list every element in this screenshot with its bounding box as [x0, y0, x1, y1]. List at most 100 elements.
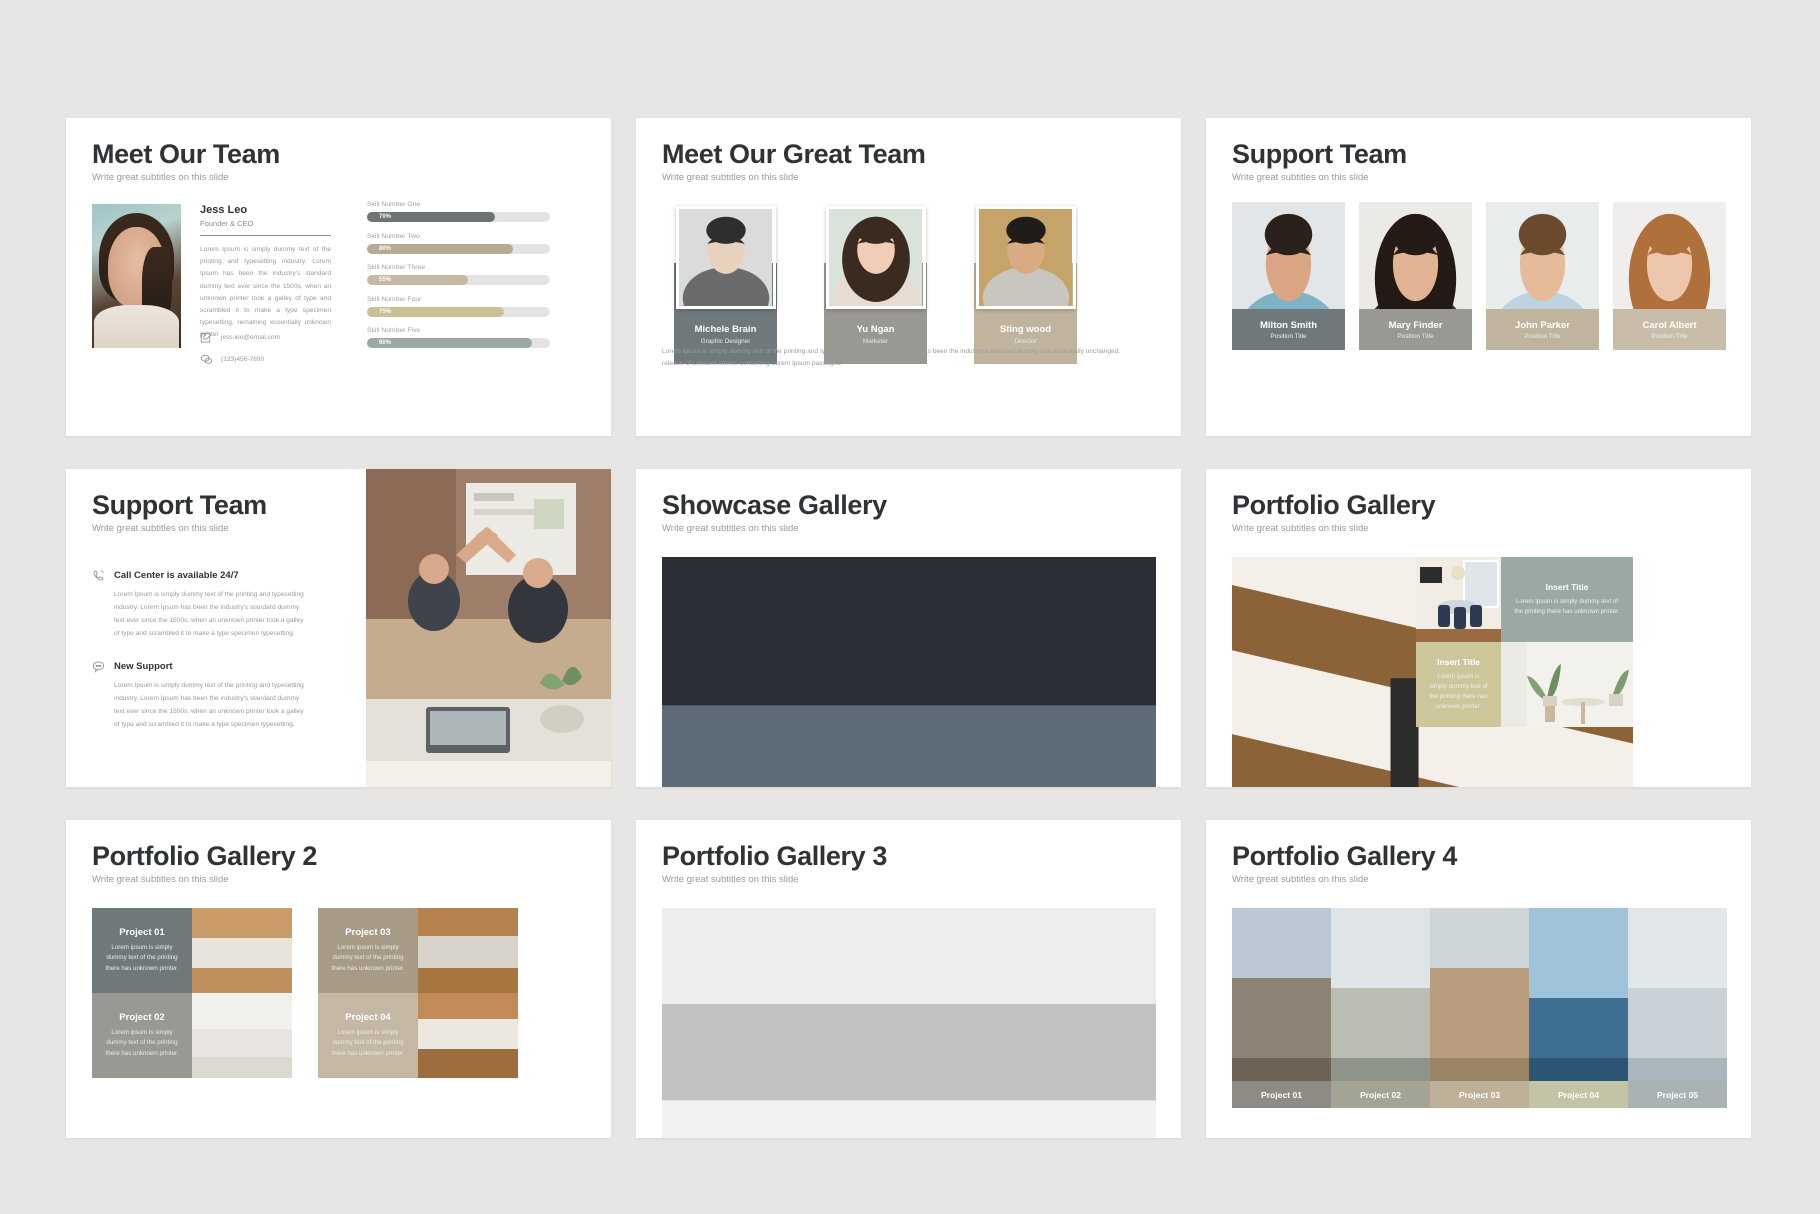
slide-support-team-detail[interactable]: Support Team Write great subtitles on th… [66, 469, 611, 787]
contact-phone-row[interactable]: (123)456-7890 [200, 353, 280, 366]
photo-illustration [192, 993, 292, 1078]
team-member-card[interactable]: Michele Brain Graphic Designer [674, 206, 777, 364]
support-member-card[interactable]: John Parker Position Title [1486, 202, 1599, 350]
person-name: Jess Leo [200, 204, 248, 216]
page-subtitle: Write great subtitles on this slide [1232, 874, 1369, 886]
page-subtitle: Write great subtitles on this slide [92, 172, 229, 184]
slide-meet-our-team[interactable]: Meet Our Team Write great subtitles on t… [66, 118, 611, 436]
project-title: Project 03 [1458, 1089, 1501, 1100]
project-text: Project 02 Lorem ipsum is simply dummy t… [92, 993, 192, 1078]
support-block-text: Lorem Ipsum is simply dummy text of the … [114, 682, 304, 728]
photo-illustration [1416, 557, 1501, 642]
contact-phone: (123)456-7890 [221, 356, 265, 363]
project-title: Project 01 [119, 926, 165, 938]
page-title: Portfolio Gallery 3 [662, 841, 887, 871]
skill-progress-track: 90% [367, 338, 550, 348]
project-text: Project 01 Lorem ipsum is simply dummy t… [92, 908, 192, 993]
project-row[interactable]: Project 04 Lorem ipsum is simply dummy t… [318, 993, 518, 1078]
skills-list: Skill Number One 70% Skill Number Two 80… [367, 201, 550, 359]
slide-meet-our-great-team[interactable]: Meet Our Great Team Write great subtitle… [636, 118, 1181, 436]
member-photo [675, 206, 776, 309]
divider [200, 235, 331, 236]
page-title: Meet Our Great Team [662, 139, 926, 169]
office-meeting-photo [366, 469, 611, 787]
member-name: Milton Smith [1260, 319, 1317, 331]
photo-illustration [1232, 557, 1633, 787]
overlay-title: Insert Title [1437, 656, 1480, 667]
photo-grid-item[interactable]: Lorem Ipsum is simply dummy unknown prin… [662, 908, 1156, 1138]
project-desc: Lorem ipsum is simply dummy text of the … [105, 943, 179, 972]
project-row[interactable]: Project 02 Lorem ipsum is simply dummy t… [92, 993, 292, 1078]
overlay-desc: Lorem Ipsum is simply dummy text of the … [1429, 672, 1488, 711]
team-member-card[interactable]: Sting wood Director [974, 206, 1077, 364]
overlay-desc: Lorem Ipsum is simply dummy text of the … [1514, 597, 1620, 615]
project-card[interactable]: Project 03 Lorem ipsum is simply dummy t… [318, 908, 518, 1078]
gallery-photo-plants[interactable] [1501, 642, 1633, 727]
contact-email-row[interactable]: jess.leo@email.com [200, 331, 280, 344]
project-title: Project 04 [345, 1011, 391, 1023]
project-label-bar: Project 02 [1331, 1081, 1430, 1108]
project-tile[interactable]: Project 01 [1232, 908, 1331, 1108]
member-meta: Michele Brain Graphic Designer [674, 324, 777, 345]
showcase-item-list: Portfolio One Lorem Ipsum is simply dumm… [662, 557, 1156, 787]
skill-value: 55% [379, 277, 392, 283]
overlay-card-1[interactable]: Insert Title Lorem Ipsum is simply dummy… [1501, 557, 1633, 642]
support-member-card[interactable]: Milton Smith Position Title [1232, 202, 1345, 350]
support-member-card[interactable]: Carol Albert Position Title [1613, 202, 1726, 350]
support-member-card[interactable]: Mary Finder Position Title [1359, 202, 1472, 350]
skill-progress-fill: 55% [367, 275, 468, 285]
page-title: Showcase Gallery [662, 490, 887, 520]
slide-portfolio-gallery-2[interactable]: Portfolio Gallery 2 Write great subtitle… [66, 820, 611, 1138]
support-block-header: New Support [92, 660, 307, 674]
slide-portfolio-gallery-3[interactable]: Portfolio Gallery 3 Write great subtitle… [636, 820, 1181, 1138]
slide-support-team[interactable]: Support Team Write great subtitles on th… [1206, 118, 1751, 436]
project-photo [192, 993, 292, 1078]
member-caption-bar: John Parker Position Title [1486, 309, 1599, 350]
project-label-bar: Project 04 [1529, 1081, 1628, 1108]
project-title: Project 05 [1656, 1089, 1699, 1100]
member-caption-bar: Carol Albert Position Title [1613, 309, 1726, 350]
member-role: Director [1014, 338, 1037, 345]
skill-progress-track: 70% [367, 212, 550, 222]
project-row[interactable]: Project 01 Lorem ipsum is simply dummy t… [92, 908, 292, 993]
project-photo [192, 908, 292, 993]
showcase-item[interactable]: Portfolio Four Lorem Ipsum is simply dum… [662, 557, 1156, 787]
photo-illustration [1501, 642, 1633, 727]
grid-photo [662, 908, 1156, 1138]
project-desc: Lorem ipsum is simply dummy text of the … [105, 1028, 179, 1057]
project-desc: Lorem ipsum is simply dummy text of the … [331, 1028, 405, 1057]
slide-portfolio-gallery-4[interactable]: Portfolio Gallery 4 Write great subtitle… [1206, 820, 1751, 1138]
page-title: Meet Our Team [92, 139, 280, 169]
skill-label: Skill Number Five [367, 327, 421, 334]
project-text: Project 04 Lorem ipsum is simply dummy t… [318, 993, 418, 1078]
project-tile[interactable]: Project 04 [1529, 908, 1628, 1108]
project-card[interactable]: Project 01 Lorem ipsum is simply dummy t… [92, 908, 292, 1078]
project-label-bar: Project 03 [1430, 1081, 1529, 1108]
contact-list: jess.leo@email.com (123)456-7890 [200, 331, 280, 375]
project-tile[interactable]: Project 05 [1628, 908, 1727, 1108]
page-subtitle: Write great subtitles on this slide [662, 172, 799, 184]
gallery-photo-livingroom[interactable] [1232, 557, 1633, 787]
photo-illustration [1430, 908, 1529, 1108]
member-photo [825, 206, 926, 309]
overlay-card-2[interactable]: Insert Title Lorem Ipsum is simply dummy… [1416, 642, 1501, 727]
skill-row: Skill Number Two 80% [367, 233, 550, 254]
page-subtitle: Write great subtitles on this slide [1232, 523, 1369, 535]
project-tile[interactable]: Project 03 [1430, 908, 1529, 1108]
member-role: Graphic Designer [700, 338, 751, 345]
member-name: John Parker [1515, 319, 1570, 331]
skill-value: 90% [379, 340, 392, 346]
skill-label: Skill Number One [367, 201, 421, 208]
member-role: Position Title [1651, 332, 1688, 340]
slide-portfolio-gallery[interactable]: Portfolio Gallery Write great subtitles … [1206, 469, 1751, 787]
team-member-card[interactable]: Yu Ngan Marketer [824, 206, 927, 364]
gallery-photo-dining[interactable] [1416, 557, 1501, 642]
member-role: Position Title [1397, 332, 1434, 340]
project-tile[interactable]: Project 02 [1331, 908, 1430, 1108]
slide-showcase-gallery[interactable]: Showcase Gallery Write great subtitles o… [636, 469, 1181, 787]
project-row[interactable]: Project 03 Lorem ipsum is simply dummy t… [318, 908, 518, 993]
member-meta: Sting wood Director [974, 324, 1077, 345]
project-title: Project 03 [345, 926, 391, 938]
skill-label: Skill Number Two [367, 232, 420, 240]
photo-illustration [662, 557, 1156, 787]
